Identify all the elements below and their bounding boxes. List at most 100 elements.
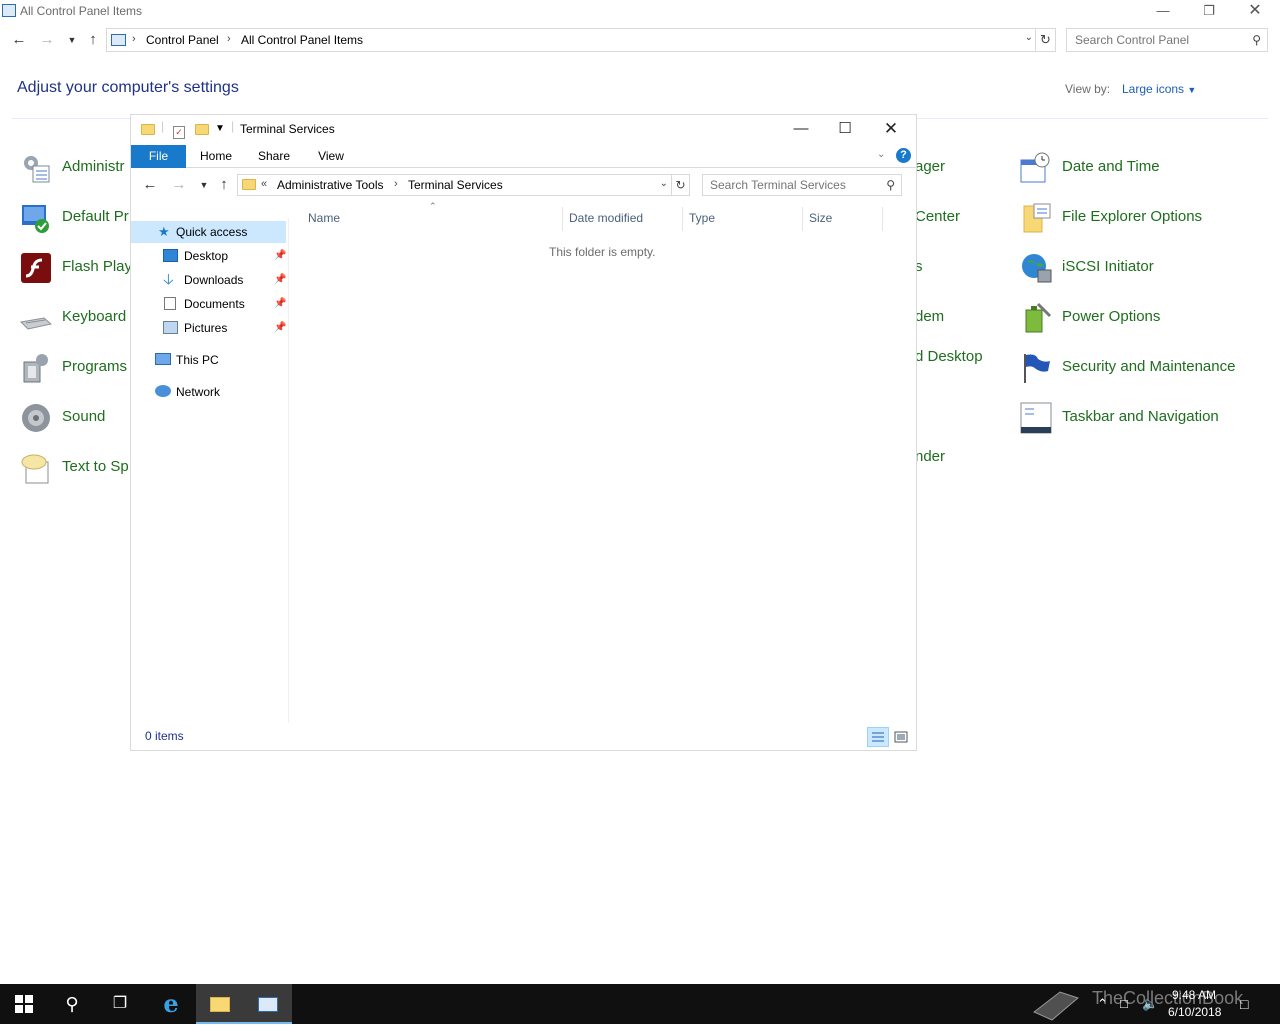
cp-item-label[interactable]: Flash Play <box>62 258 132 275</box>
cp-item-label[interactable]: Sound <box>62 408 105 425</box>
nav-item-label[interactable]: Network <box>176 381 220 403</box>
back-arrow-icon[interactable]: ← <box>141 176 159 194</box>
nav-pictures[interactable]: Pictures 📌 <box>131 317 289 339</box>
breadcrumb-all-items[interactable]: All Control Panel Items <box>241 33 363 47</box>
internet-explorer-button[interactable]: e <box>147 984 195 1024</box>
cp-item-label[interactable]: Center <box>915 208 960 225</box>
explorer-address-bar[interactable]: « Administrative Tools › Terminal Servic… <box>237 174 672 196</box>
column-header-date-modified[interactable]: Date modified <box>569 211 643 225</box>
back-arrow-icon[interactable]: ← <box>10 31 28 49</box>
cp-item-label[interactable]: Taskbar and Navigation <box>1062 408 1219 425</box>
pin-icon[interactable]: 📌 <box>274 317 286 339</box>
help-icon[interactable]: ? <box>896 148 911 163</box>
chevron-down-icon[interactable]: ⌄ <box>1025 32 1033 43</box>
expand-ribbon-chevron-icon[interactable]: ⌄ <box>877 149 885 160</box>
nav-network[interactable]: Network <box>131 381 289 403</box>
cp-item-label[interactable]: Administr <box>62 158 125 175</box>
show-hidden-icons-chevron-icon[interactable]: ⌃ <box>1097 996 1108 1012</box>
column-header-type[interactable]: Type <box>689 211 715 225</box>
cp-item-label[interactable]: Date and Time <box>1062 158 1160 175</box>
cp-minimize-button[interactable]: — <box>1140 0 1186 24</box>
explorer-close-button[interactable]: ✕ <box>871 117 911 141</box>
cp-search-box[interactable]: ⚲ <box>1066 28 1268 52</box>
column-divider[interactable] <box>882 207 883 231</box>
network-tray-icon[interactable]: □ <box>1120 996 1128 1011</box>
pin-icon[interactable]: 📌 <box>274 293 286 315</box>
recent-locations-chevron-icon[interactable]: ▼ <box>63 31 81 49</box>
pin-icon[interactable]: 📌 <box>274 269 286 291</box>
cp-item-label[interactable]: nder <box>915 448 945 465</box>
nav-item-label[interactable]: Documents <box>184 293 245 315</box>
cp-item-label[interactable]: File Explorer Options <box>1062 208 1202 225</box>
breadcrumb-separator-icon[interactable]: › <box>132 33 136 45</box>
cp-item-label[interactable]: Power Options <box>1062 308 1160 325</box>
cp-search-input[interactable] <box>1075 33 1245 47</box>
nav-item-label[interactable]: Quick access <box>176 221 247 243</box>
customize-qat-chevron-icon[interactable]: ▼ <box>215 123 225 134</box>
cp-item-label[interactable]: ager <box>915 158 945 175</box>
file-explorer-taskbar-button[interactable] <box>196 984 244 1024</box>
cp-item-label[interactable]: Keyboard <box>62 308 126 325</box>
clock-date[interactable]: 6/10/2018 <box>1168 1005 1221 1019</box>
volume-muted-icon[interactable]: 🔈 <box>1142 996 1158 1012</box>
refresh-icon[interactable]: ↻ <box>672 174 690 196</box>
cp-item-label[interactable]: Default Pr <box>62 208 129 225</box>
start-button[interactable] <box>0 984 48 1024</box>
cp-item-label[interactable]: Programs <box>62 358 127 375</box>
cp-item-label[interactable]: d Desktop <box>915 348 983 365</box>
new-folder-icon[interactable] <box>195 122 209 140</box>
search-button[interactable]: ⚲ <box>48 984 96 1024</box>
recent-locations-chevron-icon[interactable]: ▼ <box>195 176 213 194</box>
nav-quick-access[interactable]: ★ Quick access <box>131 221 286 243</box>
cp-item-label[interactable]: Security and Maintenance <box>1062 358 1235 375</box>
details-view-icon[interactable] <box>867 727 889 747</box>
tab-file[interactable]: File <box>131 145 186 168</box>
forward-arrow-icon[interactable]: → <box>170 176 188 194</box>
control-panel-taskbar-button[interactable] <box>244 984 292 1024</box>
breadcrumb-separator-icon[interactable]: › <box>394 178 398 190</box>
cp-restore-button[interactable]: ❐ <box>1186 0 1232 24</box>
explorer-search-input[interactable] <box>710 178 875 192</box>
tab-share[interactable]: Share <box>257 145 291 168</box>
clock-time[interactable]: 9:48 AM <box>1172 988 1216 1002</box>
view-by-value[interactable]: Large icons <box>1122 82 1184 96</box>
explorer-minimize-button[interactable]: — <box>781 117 821 141</box>
nav-item-label[interactable]: This PC <box>176 349 219 371</box>
column-divider[interactable] <box>682 207 683 231</box>
nav-desktop[interactable]: Desktop 📌 <box>131 245 289 267</box>
nav-item-label[interactable]: Desktop <box>184 245 228 267</box>
chevron-down-icon[interactable]: ▼ <box>1187 85 1196 95</box>
nav-documents[interactable]: Documents 📌 <box>131 293 289 315</box>
cp-item-label[interactable]: dem <box>915 308 944 325</box>
tab-home[interactable]: Home <box>199 145 233 168</box>
cp-address-bar[interactable]: › Control Panel › All Control Panel Item… <box>106 28 1036 52</box>
breadcrumb-overflow[interactable]: « <box>261 178 267 190</box>
cp-item-label[interactable]: Text to Sp <box>62 458 129 475</box>
cp-item-label[interactable]: s <box>915 258 923 275</box>
up-arrow-icon[interactable]: ↑ <box>215 176 233 194</box>
breadcrumb-administrative-tools[interactable]: Administrative Tools <box>277 178 384 192</box>
breadcrumb-separator-icon[interactable]: › <box>227 33 231 45</box>
refresh-icon[interactable]: ↻ <box>1036 28 1056 52</box>
cp-item-label[interactable]: iSCSI Initiator <box>1062 258 1154 275</box>
explorer-maximize-button[interactable]: ☐ <box>825 117 865 141</box>
up-arrow-icon[interactable]: ↑ <box>84 31 102 49</box>
breadcrumb-control-panel[interactable]: Control Panel <box>146 33 219 47</box>
column-divider[interactable] <box>562 207 563 231</box>
properties-icon[interactable]: ✓ <box>173 122 185 140</box>
column-header-size[interactable]: Size <box>809 211 832 225</box>
large-icons-view-icon[interactable] <box>890 727 912 747</box>
forward-arrow-icon[interactable]: → <box>38 31 56 49</box>
cp-close-button[interactable]: ✕ <box>1232 0 1278 24</box>
nav-this-pc[interactable]: This PC <box>131 349 289 371</box>
search-icon[interactable]: ⚲ <box>886 178 895 192</box>
explorer-search-box[interactable]: ⚲ <box>702 174 902 196</box>
breadcrumb-terminal-services[interactable]: Terminal Services <box>408 178 503 192</box>
search-icon[interactable]: ⚲ <box>1252 33 1261 47</box>
view-by-dropdown[interactable]: Large icons ▼ <box>1122 82 1196 96</box>
pin-icon[interactable]: 📌 <box>274 245 286 267</box>
nav-downloads[interactable]: 🡣 Downloads 📌 <box>131 269 289 291</box>
chevron-down-icon[interactable]: ⌄ <box>660 178 668 189</box>
column-header-name[interactable]: Name <box>308 211 340 225</box>
nav-item-label[interactable]: Downloads <box>184 269 243 291</box>
